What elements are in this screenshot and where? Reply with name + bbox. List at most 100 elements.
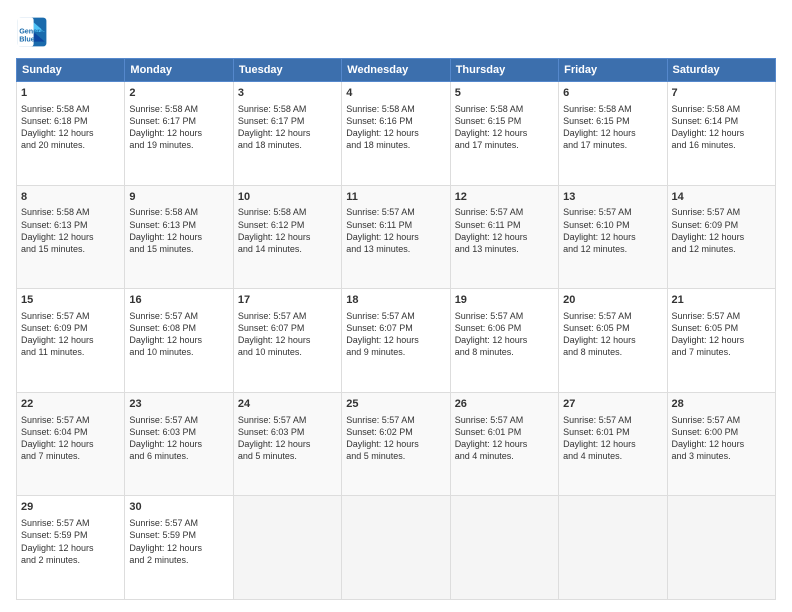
table-row: 23Sunrise: 5:57 AMSunset: 6:03 PMDayligh…	[125, 392, 233, 496]
day-info: and 13 minutes.	[455, 243, 554, 255]
day-info: Daylight: 12 hours	[21, 438, 120, 450]
day-info: Sunrise: 5:58 AM	[563, 103, 662, 115]
day-info: and 17 minutes.	[455, 139, 554, 151]
day-info: Daylight: 12 hours	[346, 231, 445, 243]
day-info: and 10 minutes.	[238, 346, 337, 358]
table-row: 24Sunrise: 5:57 AMSunset: 6:03 PMDayligh…	[233, 392, 341, 496]
day-info: Sunset: 6:07 PM	[346, 322, 445, 334]
table-row: 13Sunrise: 5:57 AMSunset: 6:10 PMDayligh…	[559, 185, 667, 289]
day-number: 23	[129, 397, 228, 412]
day-info: Daylight: 12 hours	[672, 127, 771, 139]
day-info: Daylight: 12 hours	[346, 334, 445, 346]
day-number: 13	[563, 190, 662, 205]
table-row	[342, 496, 450, 600]
day-info: Sunset: 6:10 PM	[563, 219, 662, 231]
table-row: 27Sunrise: 5:57 AMSunset: 6:01 PMDayligh…	[559, 392, 667, 496]
day-info: Daylight: 12 hours	[455, 438, 554, 450]
day-number: 25	[346, 397, 445, 412]
day-info: Daylight: 12 hours	[672, 438, 771, 450]
col-header-sunday: Sunday	[17, 59, 125, 82]
col-header-monday: Monday	[125, 59, 233, 82]
day-info: Daylight: 12 hours	[346, 127, 445, 139]
day-info: Sunrise: 5:58 AM	[129, 206, 228, 218]
day-info: Sunrise: 5:57 AM	[563, 414, 662, 426]
day-info: Sunrise: 5:57 AM	[563, 206, 662, 218]
day-info: Sunset: 6:09 PM	[21, 322, 120, 334]
day-info: Sunset: 6:15 PM	[455, 115, 554, 127]
day-info: and 17 minutes.	[563, 139, 662, 151]
day-info: Sunrise: 5:57 AM	[238, 310, 337, 322]
table-row: 1Sunrise: 5:58 AMSunset: 6:18 PMDaylight…	[17, 82, 125, 186]
day-info: and 13 minutes.	[346, 243, 445, 255]
day-info: Daylight: 12 hours	[455, 231, 554, 243]
day-info: Daylight: 12 hours	[238, 231, 337, 243]
table-row: 20Sunrise: 5:57 AMSunset: 6:05 PMDayligh…	[559, 289, 667, 393]
day-number: 7	[672, 86, 771, 101]
day-info: Sunrise: 5:57 AM	[455, 414, 554, 426]
day-info: Daylight: 12 hours	[238, 127, 337, 139]
calendar-week-2: 8Sunrise: 5:58 AMSunset: 6:13 PMDaylight…	[17, 185, 776, 289]
day-info: Sunset: 6:13 PM	[21, 219, 120, 231]
day-number: 6	[563, 86, 662, 101]
table-row	[233, 496, 341, 600]
day-info: Sunset: 6:18 PM	[21, 115, 120, 127]
day-info: Daylight: 12 hours	[129, 542, 228, 554]
day-info: Sunrise: 5:57 AM	[21, 310, 120, 322]
day-info: Daylight: 12 hours	[129, 334, 228, 346]
day-info: and 3 minutes.	[672, 450, 771, 462]
day-info: and 18 minutes.	[346, 139, 445, 151]
day-info: and 15 minutes.	[129, 243, 228, 255]
day-number: 26	[455, 397, 554, 412]
day-info: and 2 minutes.	[21, 554, 120, 566]
day-info: Daylight: 12 hours	[563, 231, 662, 243]
table-row: 25 Sunrise: 5:57 AMSunset: 6:02 PMDayligh…	[342, 392, 450, 496]
day-number: 19	[455, 293, 554, 308]
table-row: 4Sunrise: 5:58 AMSunset: 6:16 PMDaylight…	[342, 82, 450, 186]
svg-text:Blue: Blue	[19, 35, 35, 44]
day-info: Sunrise: 5:57 AM	[129, 414, 228, 426]
page: General Blue SundayMondayTuesdayWednesda…	[0, 0, 792, 612]
calendar-week-1: 1Sunrise: 5:58 AMSunset: 6:18 PMDaylight…	[17, 82, 776, 186]
table-row: 3Sunrise: 5:58 AMSunset: 6:17 PMDaylight…	[233, 82, 341, 186]
day-info: Daylight: 12 hours	[238, 334, 337, 346]
day-number: 12	[455, 190, 554, 205]
day-info: Sunrise: 5:57 AM	[346, 414, 445, 426]
day-info: Sunrise: 5:57 AM	[672, 206, 771, 218]
table-row: 9Sunrise: 5:58 AMSunset: 6:13 PMDaylight…	[125, 185, 233, 289]
day-number: 10	[238, 190, 337, 205]
day-info: Sunset: 6:00 PM	[672, 426, 771, 438]
day-info: and 7 minutes.	[21, 450, 120, 462]
day-number: 30	[129, 500, 228, 515]
day-info: Sunset: 6:03 PM	[129, 426, 228, 438]
day-info: and 12 minutes.	[563, 243, 662, 255]
day-info: and 5 minutes.	[346, 450, 445, 462]
day-info: Daylight: 12 hours	[346, 438, 445, 450]
day-info: Daylight: 12 hours	[129, 127, 228, 139]
day-info: Sunset: 5:59 PM	[21, 529, 120, 541]
table-row: 11Sunrise: 5:57 AMSunset: 6:11 PMDayligh…	[342, 185, 450, 289]
day-number: 27	[563, 397, 662, 412]
day-info: and 9 minutes.	[346, 346, 445, 358]
day-info: Daylight: 12 hours	[455, 127, 554, 139]
day-info: and 15 minutes.	[21, 243, 120, 255]
table-row	[667, 496, 775, 600]
day-info: and 8 minutes.	[455, 346, 554, 358]
day-info: Sunrise: 5:58 AM	[21, 206, 120, 218]
day-number: 1	[21, 86, 120, 101]
day-info: Sunrise: 5:58 AM	[21, 103, 120, 115]
day-info: and 12 minutes.	[672, 243, 771, 255]
day-info: Sunrise: 5:57 AM	[129, 517, 228, 529]
day-info: Sunset: 6:04 PM	[21, 426, 120, 438]
day-number: 18	[346, 293, 445, 308]
day-info: Daylight: 12 hours	[563, 334, 662, 346]
table-row: 10Sunrise: 5:58 AMSunset: 6:12 PMDayligh…	[233, 185, 341, 289]
day-info: Sunset: 6:02 PM	[346, 426, 445, 438]
day-info: Daylight: 12 hours	[563, 127, 662, 139]
table-row	[450, 496, 558, 600]
day-info: and 5 minutes.	[238, 450, 337, 462]
day-info: Sunrise: 5:57 AM	[672, 414, 771, 426]
table-row: 5Sunrise: 5:58 AMSunset: 6:15 PMDaylight…	[450, 82, 558, 186]
day-info: and 18 minutes.	[238, 139, 337, 151]
table-row: 28Sunrise: 5:57 AMSunset: 6:00 PMDayligh…	[667, 392, 775, 496]
header: General Blue	[16, 16, 776, 48]
